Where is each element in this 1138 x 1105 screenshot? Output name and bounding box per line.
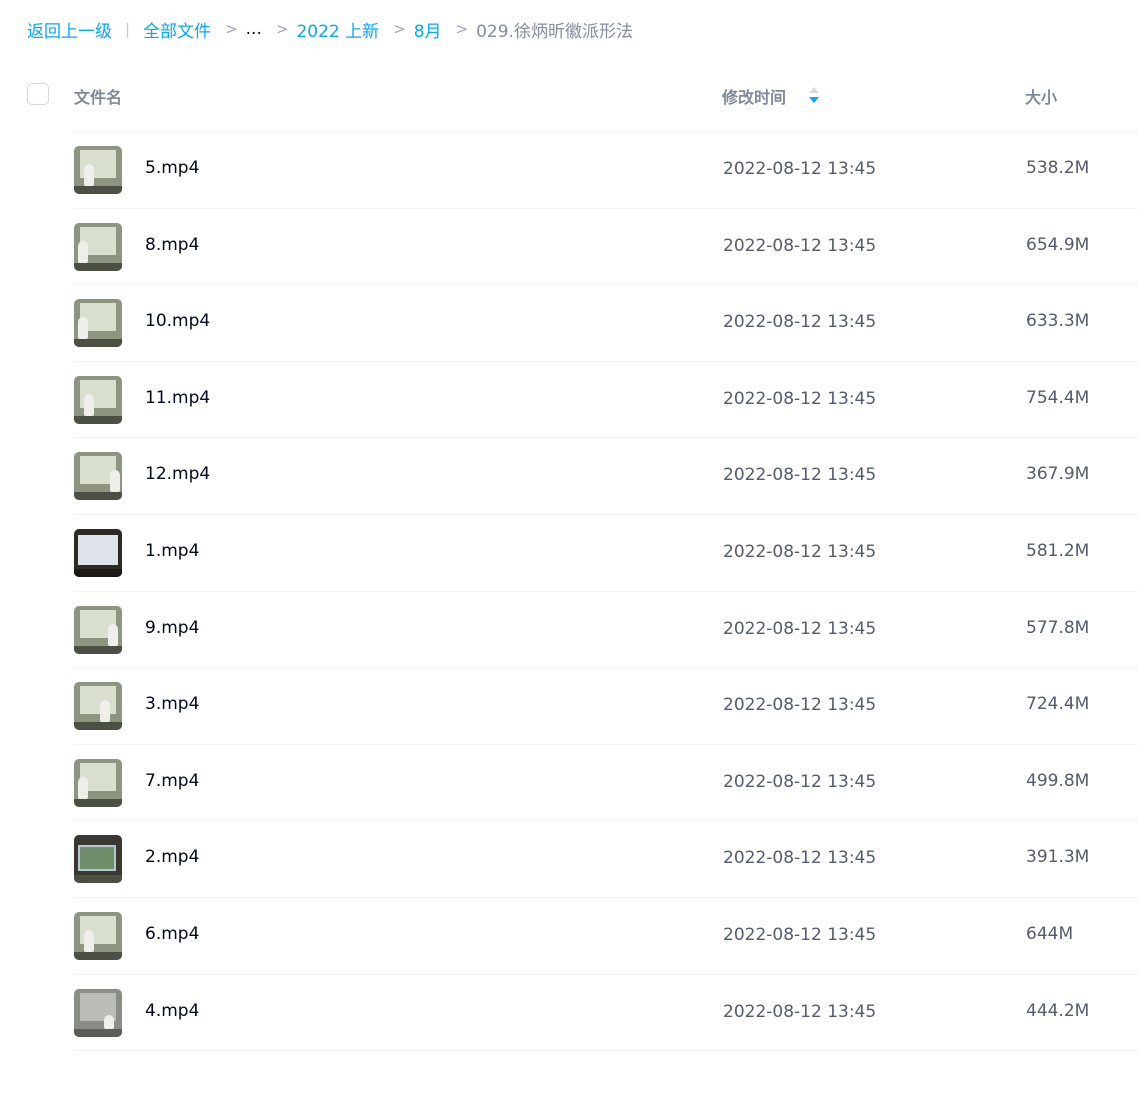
file-modified-time: 2022-08-12 13:45: [723, 465, 877, 486]
file-name[interactable]: 6.mp4: [145, 924, 199, 944]
file-row[interactable]: 9.mp4 2022-08-12 13:45 577.8M: [0, 592, 1138, 669]
file-row[interactable]: 12.mp4 2022-08-12 13:45 367.9M: [0, 438, 1138, 515]
breadcrumb-current-folder: 029.徐炳昕徽派形法: [476, 21, 633, 42]
file-modified-time: 2022-08-12 13:45: [723, 848, 877, 869]
file-size: 538.2M: [1026, 158, 1090, 178]
file-name[interactable]: 8.mp4: [145, 235, 199, 255]
file-name[interactable]: 11.mp4: [145, 388, 210, 408]
file-modified-time: 2022-08-12 13:45: [723, 695, 877, 716]
file-name[interactable]: 9.mp4: [145, 618, 199, 638]
select-all-checkbox[interactable]: [27, 83, 49, 105]
file-name[interactable]: 10.mp4: [145, 311, 210, 331]
file-size: 724.4M: [1026, 694, 1090, 715]
file-size: 577.8M: [1026, 617, 1090, 638]
file-size: 644M: [1026, 923, 1074, 944]
file-size: 391.3M: [1026, 847, 1090, 868]
file-row[interactable]: 8.mp4 2022-08-12 13:45 654.9M: [0, 209, 1138, 286]
video-thumbnail[interactable]: [74, 682, 122, 731]
file-row[interactable]: 1.mp4 2022-08-12 13:45 581.2M: [0, 515, 1138, 592]
video-thumbnail[interactable]: [74, 299, 122, 348]
breadcrumb: 返回上一级 | 全部文件 > ... > 2022 上新 > 8月 > 029.…: [27, 16, 633, 42]
file-name[interactable]: 4.mp4: [145, 1001, 199, 1021]
file-row[interactable]: 5.mp4 2022-08-12 13:45 538.2M: [0, 132, 1138, 209]
video-thumbnail[interactable]: [74, 758, 122, 807]
file-modified-time: 2022-08-12 13:45: [723, 771, 877, 792]
breadcrumb-arrow-icon: >: [275, 20, 289, 38]
back-link[interactable]: 返回上一级: [27, 17, 112, 42]
sort-updown-icon[interactable]: [808, 86, 820, 104]
breadcrumb-arrow-icon: >: [455, 20, 469, 38]
breadcrumb-arrow-icon: >: [225, 20, 238, 38]
file-modified-time: 2022-08-12 13:45: [723, 235, 877, 256]
file-modified-time: 2022-08-12 13:45: [723, 618, 877, 639]
video-thumbnail[interactable]: [74, 146, 122, 194]
file-row[interactable]: 7.mp4 2022-08-12 13:45 499.8M: [0, 745, 1138, 822]
video-thumbnail[interactable]: [74, 988, 122, 1037]
column-header-size: 大小: [1025, 88, 1058, 107]
file-size: 499.8M: [1026, 770, 1090, 791]
file-name[interactable]: 1.mp4: [145, 541, 199, 561]
file-size: 754.4M: [1026, 387, 1090, 408]
breadcrumb-august[interactable]: 8月: [414, 17, 442, 42]
file-row[interactable]: 11.mp4 2022-08-12 13:45 754.4M: [0, 362, 1138, 439]
video-thumbnail[interactable]: [74, 835, 122, 884]
breadcrumb-all-files[interactable]: 全部文件: [143, 17, 211, 42]
file-modified-time: 2022-08-12 13:45: [723, 1001, 877, 1022]
video-thumbnail[interactable]: [74, 605, 122, 654]
file-name[interactable]: 7.mp4: [145, 771, 199, 791]
file-row[interactable]: 6.mp4 2022-08-12 13:45 644M: [0, 898, 1138, 975]
breadcrumb-divider: |: [125, 20, 131, 38]
file-modified-time: 2022-08-12 13:45: [723, 388, 877, 409]
file-row[interactable]: 2.mp4 2022-08-12 13:45 391.3M: [0, 821, 1138, 898]
file-modified-time: 2022-08-12 13:45: [723, 159, 877, 179]
file-size: 444.2M: [1026, 1000, 1090, 1021]
video-thumbnail[interactable]: [74, 222, 122, 271]
file-modified-time: 2022-08-12 13:45: [723, 541, 877, 562]
file-size: 581.2M: [1026, 540, 1090, 561]
file-row[interactable]: 10.mp4 2022-08-12 13:45 633.3M: [0, 285, 1138, 362]
breadcrumb-2022-new[interactable]: 2022 上新: [296, 17, 379, 42]
video-thumbnail[interactable]: [74, 911, 122, 960]
file-row[interactable]: 4.mp4 2022-08-12 13:45 444.2M: [0, 975, 1138, 1052]
column-header-modified-time[interactable]: 修改时间: [722, 84, 786, 108]
file-size: 633.3M: [1026, 311, 1090, 332]
breadcrumb-ellipsis[interactable]: ...: [246, 19, 262, 39]
file-size: 367.9M: [1026, 464, 1090, 485]
breadcrumb-arrow-icon: >: [393, 20, 406, 38]
video-thumbnail[interactable]: [74, 375, 122, 424]
column-header-name: 文件名: [74, 88, 123, 107]
file-modified-time: 2022-08-12 13:45: [723, 924, 877, 945]
file-name[interactable]: 2.mp4: [145, 847, 199, 867]
file-modified-time: 2022-08-12 13:45: [723, 312, 877, 333]
file-name[interactable]: 3.mp4: [145, 694, 199, 714]
video-thumbnail[interactable]: [74, 452, 122, 501]
file-name[interactable]: 12.mp4: [145, 464, 210, 484]
file-size: 654.9M: [1026, 234, 1090, 255]
file-row[interactable]: 3.mp4 2022-08-12 13:45 724.4M: [0, 668, 1138, 745]
file-list: 5.mp4 2022-08-12 13:45 538.2M 8.mp4 2022…: [0, 132, 1138, 1051]
video-thumbnail[interactable]: [74, 528, 122, 577]
file-name[interactable]: 5.mp4: [145, 158, 199, 178]
